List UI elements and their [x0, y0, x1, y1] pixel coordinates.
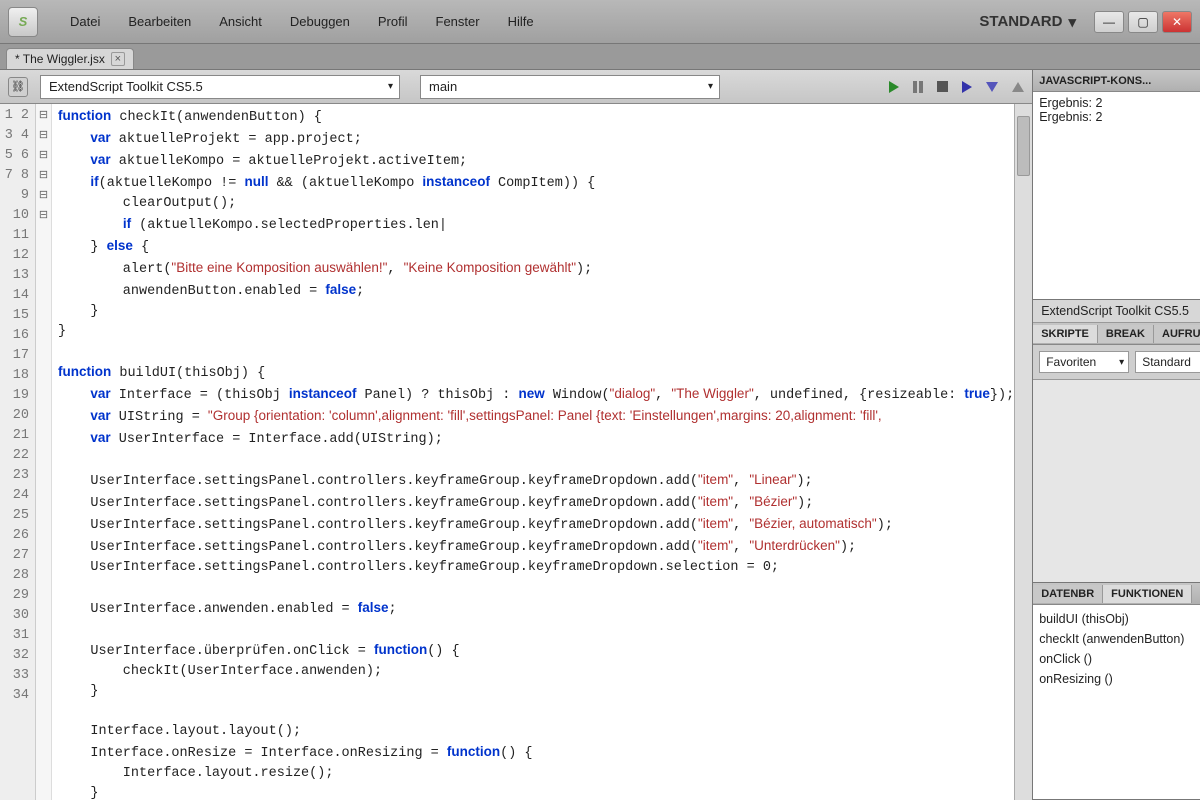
- close-button[interactable]: ✕: [1162, 11, 1192, 33]
- menu-hilfe[interactable]: Hilfe: [494, 8, 548, 35]
- step-in-button[interactable]: [962, 81, 972, 93]
- menu-bearbeiten[interactable]: Bearbeiten: [114, 8, 205, 35]
- scripts-tabs: SKRIPTEBREAKAUFRU▾≡: [1033, 323, 1200, 345]
- link-icon[interactable]: ⛓: [8, 77, 28, 97]
- target-app-dropdown[interactable]: ExtendScript Toolkit CS5.5▾: [40, 75, 400, 99]
- functions-tabs: DATENBRFUNKTIONEN▾≡: [1033, 583, 1200, 605]
- function-item[interactable]: onResizing (): [1039, 669, 1200, 689]
- minimize-button[interactable]: —: [1094, 11, 1124, 33]
- step-over-button[interactable]: [986, 82, 998, 92]
- favorites-dropdown[interactable]: Favoriten▾: [1039, 351, 1129, 373]
- console-panel-header[interactable]: JAVASCRIPT-KONS...▾≡: [1033, 70, 1200, 92]
- workspace-switcher[interactable]: STANDARD▾: [971, 9, 1084, 35]
- menu-ansicht[interactable]: Ansicht: [205, 8, 276, 35]
- functions-list[interactable]: buildUI (thisObj)checkIt (anwendenButton…: [1033, 605, 1200, 799]
- console-output: Ergebnis: 2Ergebnis: 2: [1033, 92, 1200, 299]
- console-line: Ergebnis: 2: [1039, 96, 1200, 110]
- file-tab-label: * The Wiggler.jsx: [15, 52, 105, 66]
- pause-button[interactable]: [913, 81, 923, 93]
- line-gutter: 1 2 3 4 5 6 7 8 9 10 11 12 13 14 15 16 1…: [0, 104, 36, 800]
- close-tab-icon[interactable]: ×: [111, 52, 125, 66]
- code-text[interactable]: function checkIt(anwendenButton) { var a…: [52, 104, 1014, 800]
- tab-skripte[interactable]: SKRIPTE: [1033, 325, 1098, 343]
- tab-break[interactable]: BREAK: [1098, 325, 1154, 343]
- function-item[interactable]: onClick (): [1039, 649, 1200, 669]
- chevron-down-icon: ▾: [708, 81, 713, 92]
- scripts-list[interactable]: [1033, 380, 1200, 582]
- menu-datei[interactable]: Datei: [56, 8, 114, 35]
- tab-funktionen[interactable]: FUNKTIONEN: [1103, 585, 1192, 603]
- standard-dropdown[interactable]: Standard▾: [1135, 351, 1200, 373]
- function-item[interactable]: checkIt (anwendenButton): [1039, 629, 1200, 649]
- step-out-button[interactable]: [1012, 82, 1024, 92]
- editor-toolbar: ⛓ ExtendScript Toolkit CS5.5▾ main▾: [0, 70, 1032, 104]
- run-button[interactable]: [889, 81, 899, 93]
- stop-button[interactable]: [937, 81, 948, 92]
- tab-aufru[interactable]: AUFRU: [1154, 325, 1200, 343]
- menu-profil[interactable]: Profil: [364, 8, 422, 35]
- context-dropdown[interactable]: main▾: [420, 75, 720, 99]
- code-editor[interactable]: 1 2 3 4 5 6 7 8 9 10 11 12 13 14 15 16 1…: [0, 104, 1032, 800]
- menu-fenster[interactable]: Fenster: [422, 8, 494, 35]
- chevron-down-icon: ▾: [388, 81, 393, 92]
- target-row: ExtendScript Toolkit CS5.5: [1033, 300, 1200, 323]
- window-controls: — ▢ ✕: [1094, 11, 1192, 33]
- file-tab[interactable]: * The Wiggler.jsx ×: [6, 48, 134, 69]
- menu-debuggen[interactable]: Debuggen: [276, 8, 364, 35]
- app-icon: S: [8, 7, 38, 37]
- vertical-scrollbar[interactable]: [1014, 104, 1032, 800]
- menubar: S DateiBearbeitenAnsichtDebuggenProfilFe…: [0, 0, 1200, 44]
- editor-pane: ⛓ ExtendScript Toolkit CS5.5▾ main▾ 1 2 …: [0, 70, 1033, 800]
- fold-column[interactable]: ⊟ ⊟ ⊟ ⊟ ⊟ ⊟: [36, 104, 52, 800]
- maximize-button[interactable]: ▢: [1128, 11, 1158, 33]
- document-tabbar: * The Wiggler.jsx ×: [0, 44, 1200, 70]
- console-line: Ergebnis: 2: [1039, 110, 1200, 124]
- side-pane: JAVASCRIPT-KONS...▾≡ Ergebnis: 2Ergebnis…: [1033, 70, 1200, 800]
- function-item[interactable]: buildUI (thisObj): [1039, 609, 1200, 629]
- chevron-down-icon: ▾: [1068, 13, 1076, 31]
- tab-datenbr[interactable]: DATENBR: [1033, 585, 1103, 603]
